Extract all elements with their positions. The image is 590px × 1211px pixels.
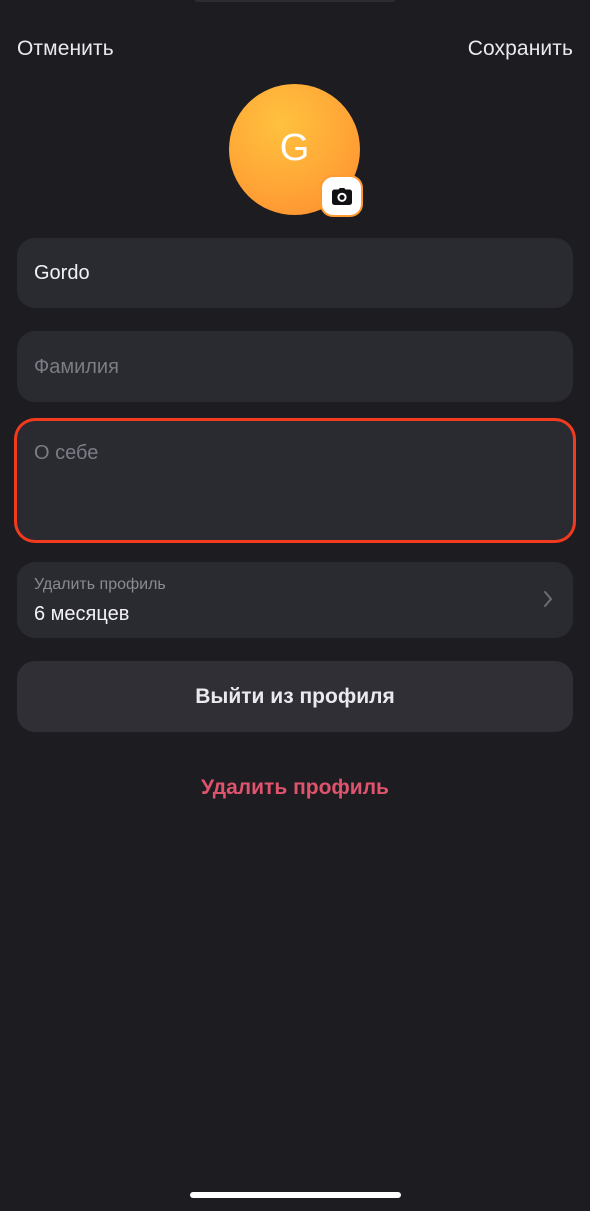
cancel-button[interactable]: Отменить <box>17 37 114 61</box>
delete-period-label: Удалить профиль <box>34 576 166 593</box>
status-bar-edge <box>195 0 395 2</box>
save-button[interactable]: Сохранить <box>468 37 573 61</box>
home-indicator <box>190 1192 401 1198</box>
about-placeholder: О себе <box>34 442 99 464</box>
logout-button[interactable]: Выйти из профиля <box>17 661 573 732</box>
delete-profile-button[interactable]: Удалить профиль <box>0 776 590 800</box>
about-field[interactable]: О себе <box>17 421 573 540</box>
change-photo-button[interactable] <box>322 177 361 215</box>
first-name-value: Gordo <box>34 262 90 284</box>
navigation-bar: Отменить Сохранить <box>17 34 573 64</box>
delete-period-value: 6 месяцев <box>34 603 130 625</box>
avatar-initial: G <box>279 127 310 169</box>
chevron-right-icon <box>544 591 552 607</box>
last-name-placeholder: Фамилия <box>34 356 119 378</box>
last-name-field[interactable]: Фамилия <box>17 331 573 402</box>
first-name-field[interactable]: Gordo <box>17 238 573 308</box>
camera-icon <box>331 187 352 205</box>
delete-profile-period-row[interactable]: Удалить профиль 6 месяцев <box>17 562 573 638</box>
